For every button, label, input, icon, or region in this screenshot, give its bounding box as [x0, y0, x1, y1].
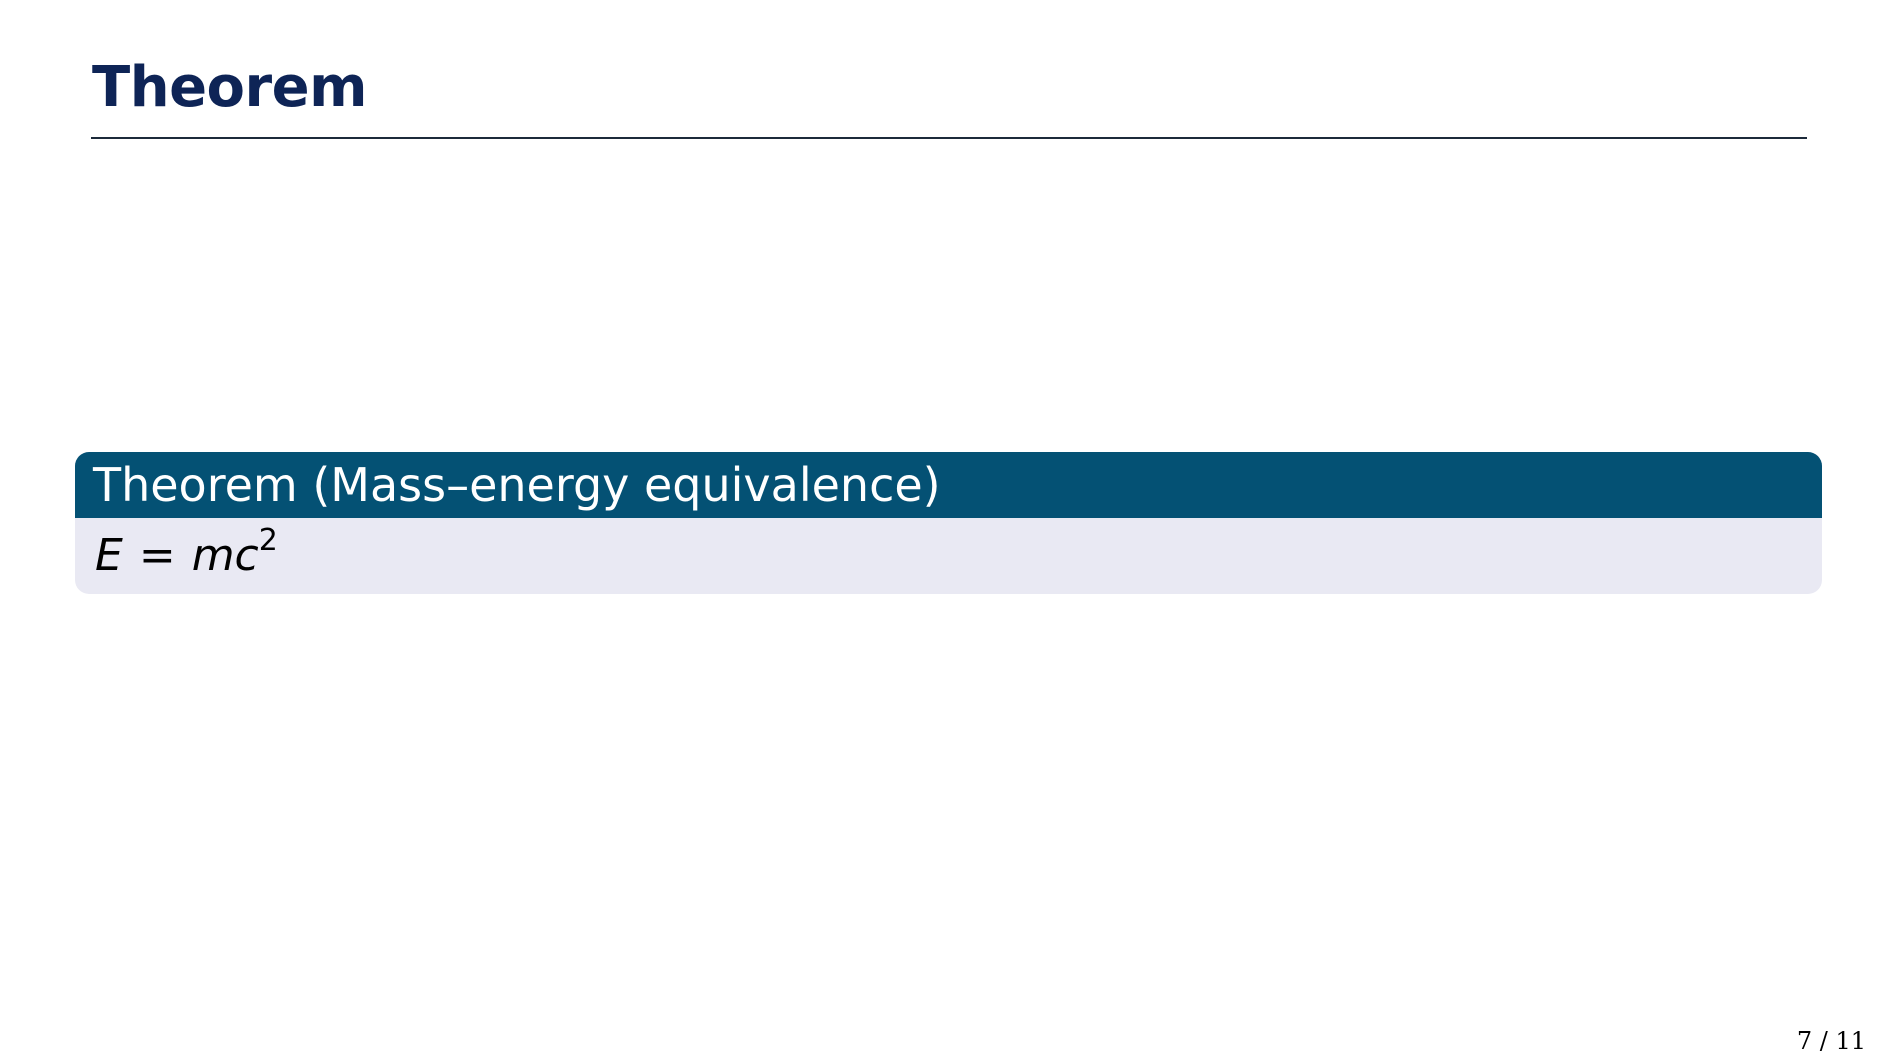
theorem-header: Theorem (Mass–energy equivalence) [75, 452, 1822, 518]
slide-title: Theorem [92, 55, 367, 120]
title-divider [91, 137, 1807, 139]
slide: Theorem Theorem (Mass–energy equivalence… [0, 0, 1890, 1063]
equation-exponent: 2 [258, 523, 278, 558]
theorem-block: Theorem (Mass–energy equivalence) E = mc2 [75, 452, 1822, 594]
equation-rhs: mc [191, 530, 259, 581]
equation-lhs: E [95, 530, 123, 581]
page-number: 7 / 11 [1796, 1027, 1866, 1055]
equation-operator: = [138, 530, 176, 581]
theorem-body: E = mc2 [75, 518, 1822, 594]
